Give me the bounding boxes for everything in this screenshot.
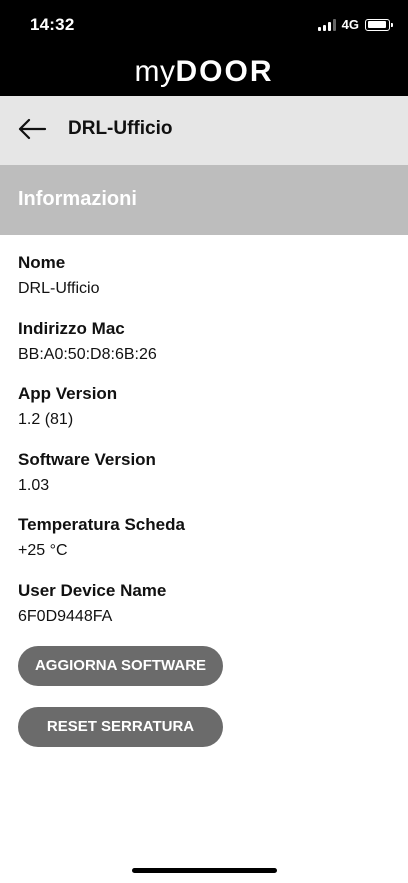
back-button[interactable]: [14, 114, 50, 144]
page-title: DRL-Ufficio: [68, 118, 173, 139]
battery-icon: [365, 18, 393, 31]
info-label: User Device Name: [18, 580, 167, 600]
section-title: Informazioni: [18, 188, 137, 210]
info-value: 6F0D9448FA: [18, 607, 113, 625]
nav-bar: DRL-Ufficio: [0, 96, 408, 165]
cellular-signal-icon: [317, 18, 336, 31]
info-item-board-temperature: Temperatura Scheda +25 °C: [18, 514, 390, 580]
reset-lock-button[interactable]: RESET SERRATURA: [18, 707, 223, 747]
info-item-mac-address: Indirizzo Mac BB:A0:50:D8:6B:26: [18, 318, 390, 384]
info-item-app-version: App Version 1.2 (81): [18, 383, 390, 449]
info-value: DRL-Ufficio: [18, 280, 100, 297]
network-type: 4G: [341, 17, 359, 32]
info-value: +25 °C: [18, 542, 68, 559]
info-label: Temperatura Scheda: [18, 515, 185, 534]
info-label: Software Version: [18, 449, 156, 469]
status-indicators: 4G: [317, 17, 393, 32]
device-info-list: Nome DRL-Ufficio Indirizzo Mac BB:A0:50:…: [18, 252, 390, 645]
logo-suffix: DOOR: [175, 55, 274, 88]
arrow-left-icon: [18, 118, 47, 140]
info-item-software-version: Software Version 1.03: [18, 449, 390, 515]
info-value: 1.2 (81): [18, 411, 74, 428]
info-value: 1.03: [18, 476, 50, 494]
section-header: Informazioni: [0, 165, 408, 235]
status-time: 14:32: [30, 15, 75, 34]
status-bar: 14:32 4G: [0, 0, 408, 50]
battery-level: [367, 21, 386, 28]
info-item-user-device-name: User Device Name 6F0D9448FA: [18, 580, 390, 646]
logo-prefix: my: [134, 55, 176, 88]
info-label: Nome: [18, 253, 66, 272]
info-item-name: Nome DRL-Ufficio: [18, 252, 390, 318]
info-label: App Version: [18, 384, 118, 403]
app-logo: myDOOR: [0, 54, 408, 90]
home-indicator[interactable]: [132, 868, 277, 873]
info-label: Indirizzo Mac: [18, 318, 125, 338]
app-header: myDOOR: [0, 50, 408, 96]
info-value: BB:A0:50:D8:6B:26: [18, 345, 157, 363]
update-software-button[interactable]: AGGIORNA SOFTWARE: [18, 646, 223, 686]
